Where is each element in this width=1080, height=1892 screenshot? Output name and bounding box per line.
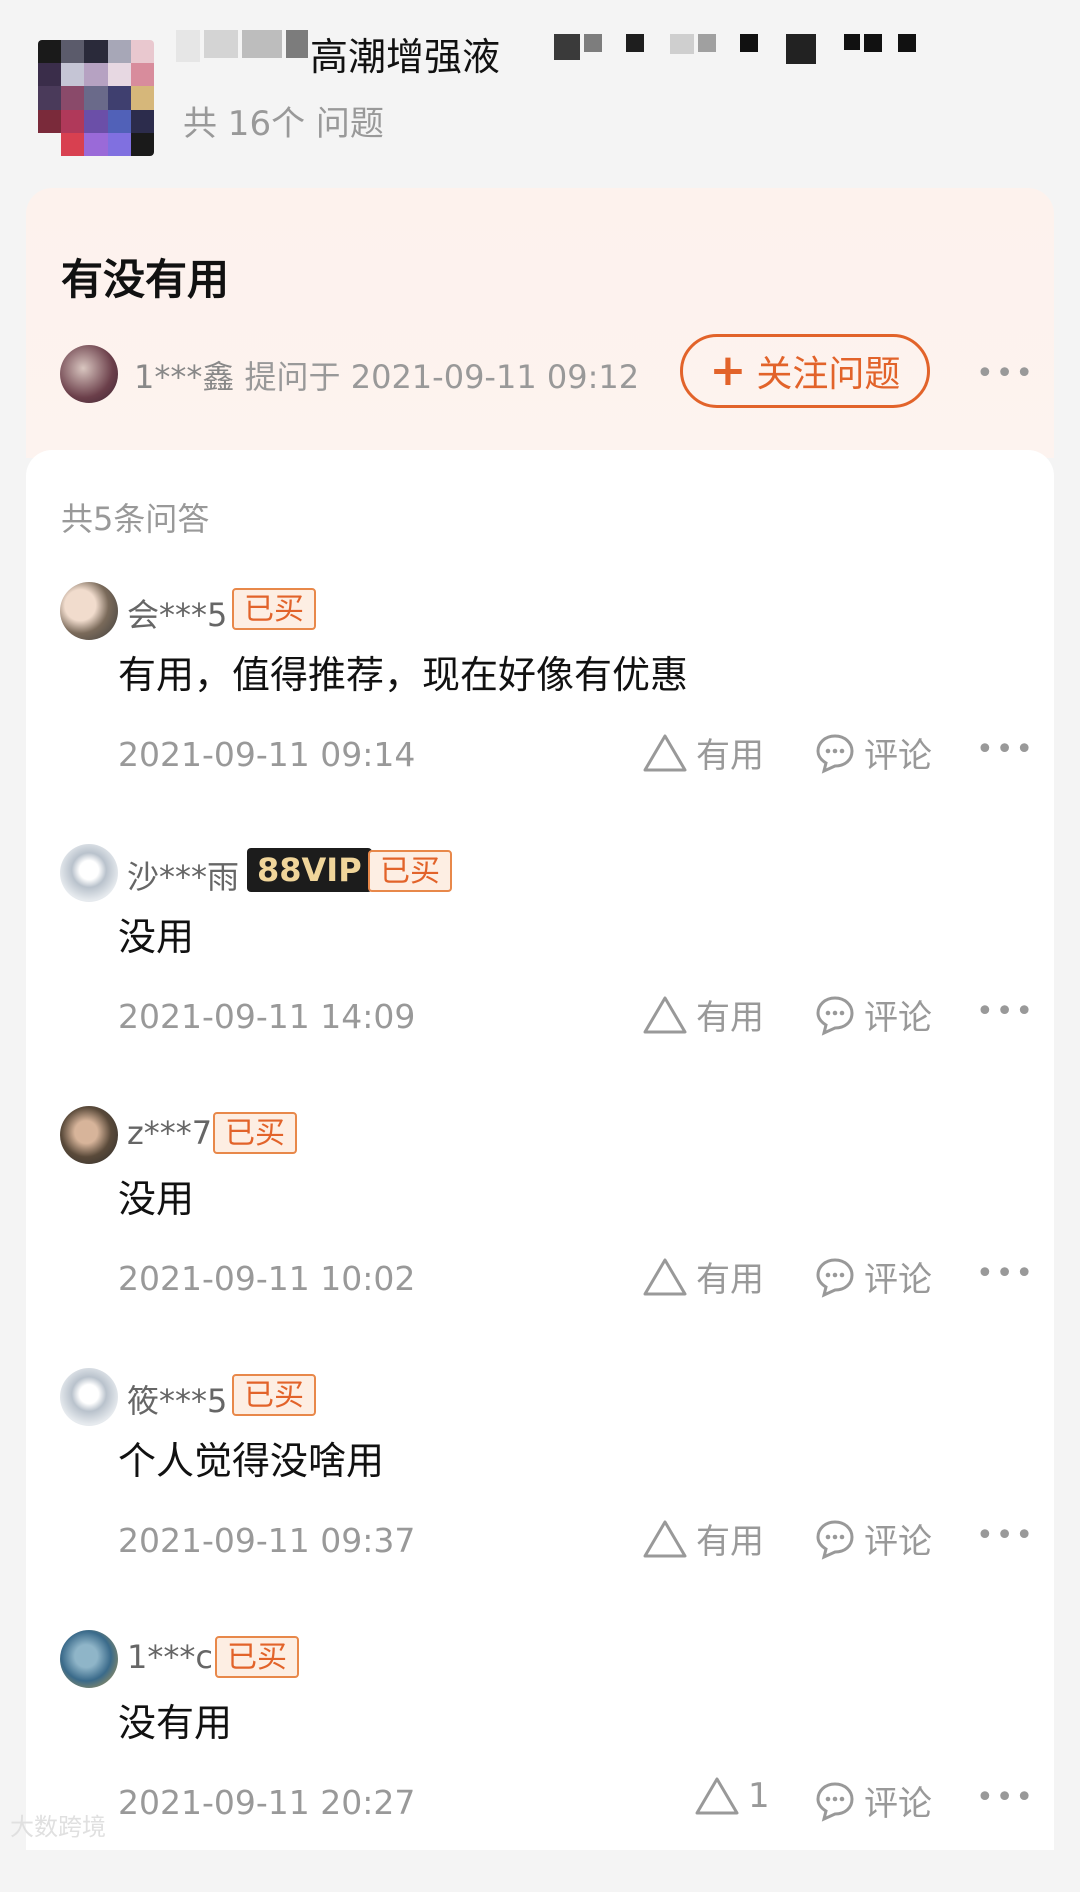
more-icon[interactable]: •••	[976, 356, 1035, 391]
answer-date: 2021-09-11 10:02	[118, 1259, 416, 1298]
user-name[interactable]: 沙***雨	[127, 852, 239, 898]
user-avatar[interactable]	[60, 1106, 118, 1164]
asker-info: 1***鑫 提问于 2021-09-11 09:12	[134, 352, 639, 398]
user-avatar[interactable]	[60, 582, 118, 640]
bought-badge: 已买	[213, 1112, 297, 1154]
answer-count: 共5条问答	[61, 500, 210, 538]
answer-text: 个人觉得没啥用	[118, 1439, 385, 1483]
bought-badge: 已买	[368, 850, 452, 892]
asker-avatar[interactable]	[60, 345, 118, 403]
user-name[interactable]: 1***c	[127, 1638, 213, 1676]
answer-item: 1***c 已买 没有用 2021-09-11 20:27 1 评论 •••	[26, 1630, 1054, 1892]
comment-icon	[816, 995, 854, 1036]
comment-label: 评论	[864, 998, 932, 1038]
comment-label: 评论	[864, 736, 932, 776]
comment-button[interactable]: 评论	[814, 728, 932, 777]
asker-name[interactable]: 1***鑫	[134, 358, 234, 396]
answer-text: 没用	[118, 915, 195, 959]
answer-date: 2021-09-11 14:09	[118, 997, 416, 1036]
more-icon[interactable]: •••	[976, 994, 1035, 1029]
user-name[interactable]: 会***5	[127, 590, 227, 636]
user-avatar[interactable]	[60, 1368, 118, 1426]
question-title: 有没有用	[61, 255, 230, 304]
comment-icon	[816, 1257, 854, 1298]
bought-badge: 已买	[232, 1374, 316, 1416]
question-card: 有没有用 1***鑫 提问于 2021-09-11 09:12 + 关注问题 •…	[26, 188, 1054, 458]
answers-card: 共5条问答 会***5 已买 有用，值得推荐，现在好像有优惠 2021-09-1…	[26, 450, 1054, 1850]
comment-icon	[816, 1519, 854, 1560]
asked-time: 提问于 2021-09-11 09:12	[244, 358, 640, 396]
answer-item: 会***5 已买 有用，值得推荐，现在好像有优惠 2021-09-11 09:1…	[26, 582, 1054, 844]
answer-item: 沙***雨 88VIP 已买 没用 2021-09-11 14:09 有用 评论…	[26, 844, 1054, 1106]
product-title-row[interactable]: 高潮增强液	[176, 22, 1046, 79]
answer-date: 2021-09-11 09:37	[118, 1521, 416, 1560]
more-icon[interactable]: •••	[976, 1256, 1035, 1291]
triangle-up-icon	[643, 1520, 687, 1557]
comment-label: 评论	[864, 1522, 932, 1562]
useful-button[interactable]: 有用	[642, 1514, 764, 1563]
comment-icon	[816, 1781, 854, 1822]
triangle-up-icon	[643, 996, 687, 1033]
useful-label: 有用	[696, 1260, 764, 1300]
bought-badge: 已买	[215, 1636, 299, 1678]
follow-label: 关注问题	[756, 354, 901, 395]
comment-label: 评论	[864, 1260, 932, 1300]
answer-item: 筱***5 已买 个人觉得没啥用 2021-09-11 09:37 有用 评论 …	[26, 1368, 1054, 1630]
comment-icon	[816, 733, 854, 774]
redaction-mosaic	[554, 34, 920, 64]
triangle-up-icon	[643, 1258, 687, 1295]
triangle-up-icon	[643, 734, 687, 771]
comment-button[interactable]: 评论	[814, 1514, 932, 1563]
comment-button[interactable]: 评论	[814, 1776, 932, 1825]
triangle-up-icon	[695, 1777, 739, 1815]
question-count: 共 16个 问题	[183, 104, 384, 144]
answer-text: 没有用	[118, 1701, 233, 1745]
product-header: 高潮增强液 共 16个 问题	[0, 0, 1080, 185]
redaction-mosaic	[176, 30, 312, 62]
user-avatar[interactable]	[60, 844, 118, 902]
product-title: 高潮增强液	[310, 35, 501, 79]
useful-count: 1	[748, 1776, 770, 1816]
product-thumbnail[interactable]	[38, 40, 154, 156]
useful-button[interactable]: 有用	[642, 1252, 764, 1301]
comment-label: 评论	[864, 1784, 932, 1824]
useful-label: 有用	[696, 736, 764, 776]
answer-item: z***7 已买 没用 2021-09-11 10:02 有用 评论 •••	[26, 1106, 1054, 1368]
comment-button[interactable]: 评论	[814, 990, 932, 1039]
useful-label: 有用	[696, 998, 764, 1038]
useful-label: 有用	[696, 1522, 764, 1562]
more-icon[interactable]: •••	[976, 1780, 1035, 1815]
vip-badge: 88VIP	[247, 848, 372, 892]
answer-date: 2021-09-11 20:27	[118, 1783, 416, 1822]
answer-text: 没用	[118, 1177, 195, 1221]
useful-button[interactable]: 有用	[642, 990, 764, 1039]
bought-badge: 已买	[232, 588, 316, 630]
user-name[interactable]: 筱***5	[127, 1376, 227, 1422]
comment-button[interactable]: 评论	[814, 1252, 932, 1301]
more-icon[interactable]: •••	[976, 1518, 1035, 1553]
answer-date: 2021-09-11 09:14	[118, 735, 416, 774]
useful-button[interactable]: 1	[694, 1776, 770, 1816]
useful-button[interactable]: 有用	[642, 728, 764, 777]
answer-text: 有用，值得推荐，现在好像有优惠	[118, 653, 689, 697]
more-icon[interactable]: •••	[976, 732, 1035, 767]
follow-question-button[interactable]: + 关注问题	[680, 334, 930, 408]
user-avatar[interactable]	[60, 1630, 118, 1688]
user-name[interactable]: z***7	[127, 1114, 212, 1152]
plus-icon: +	[709, 345, 747, 396]
